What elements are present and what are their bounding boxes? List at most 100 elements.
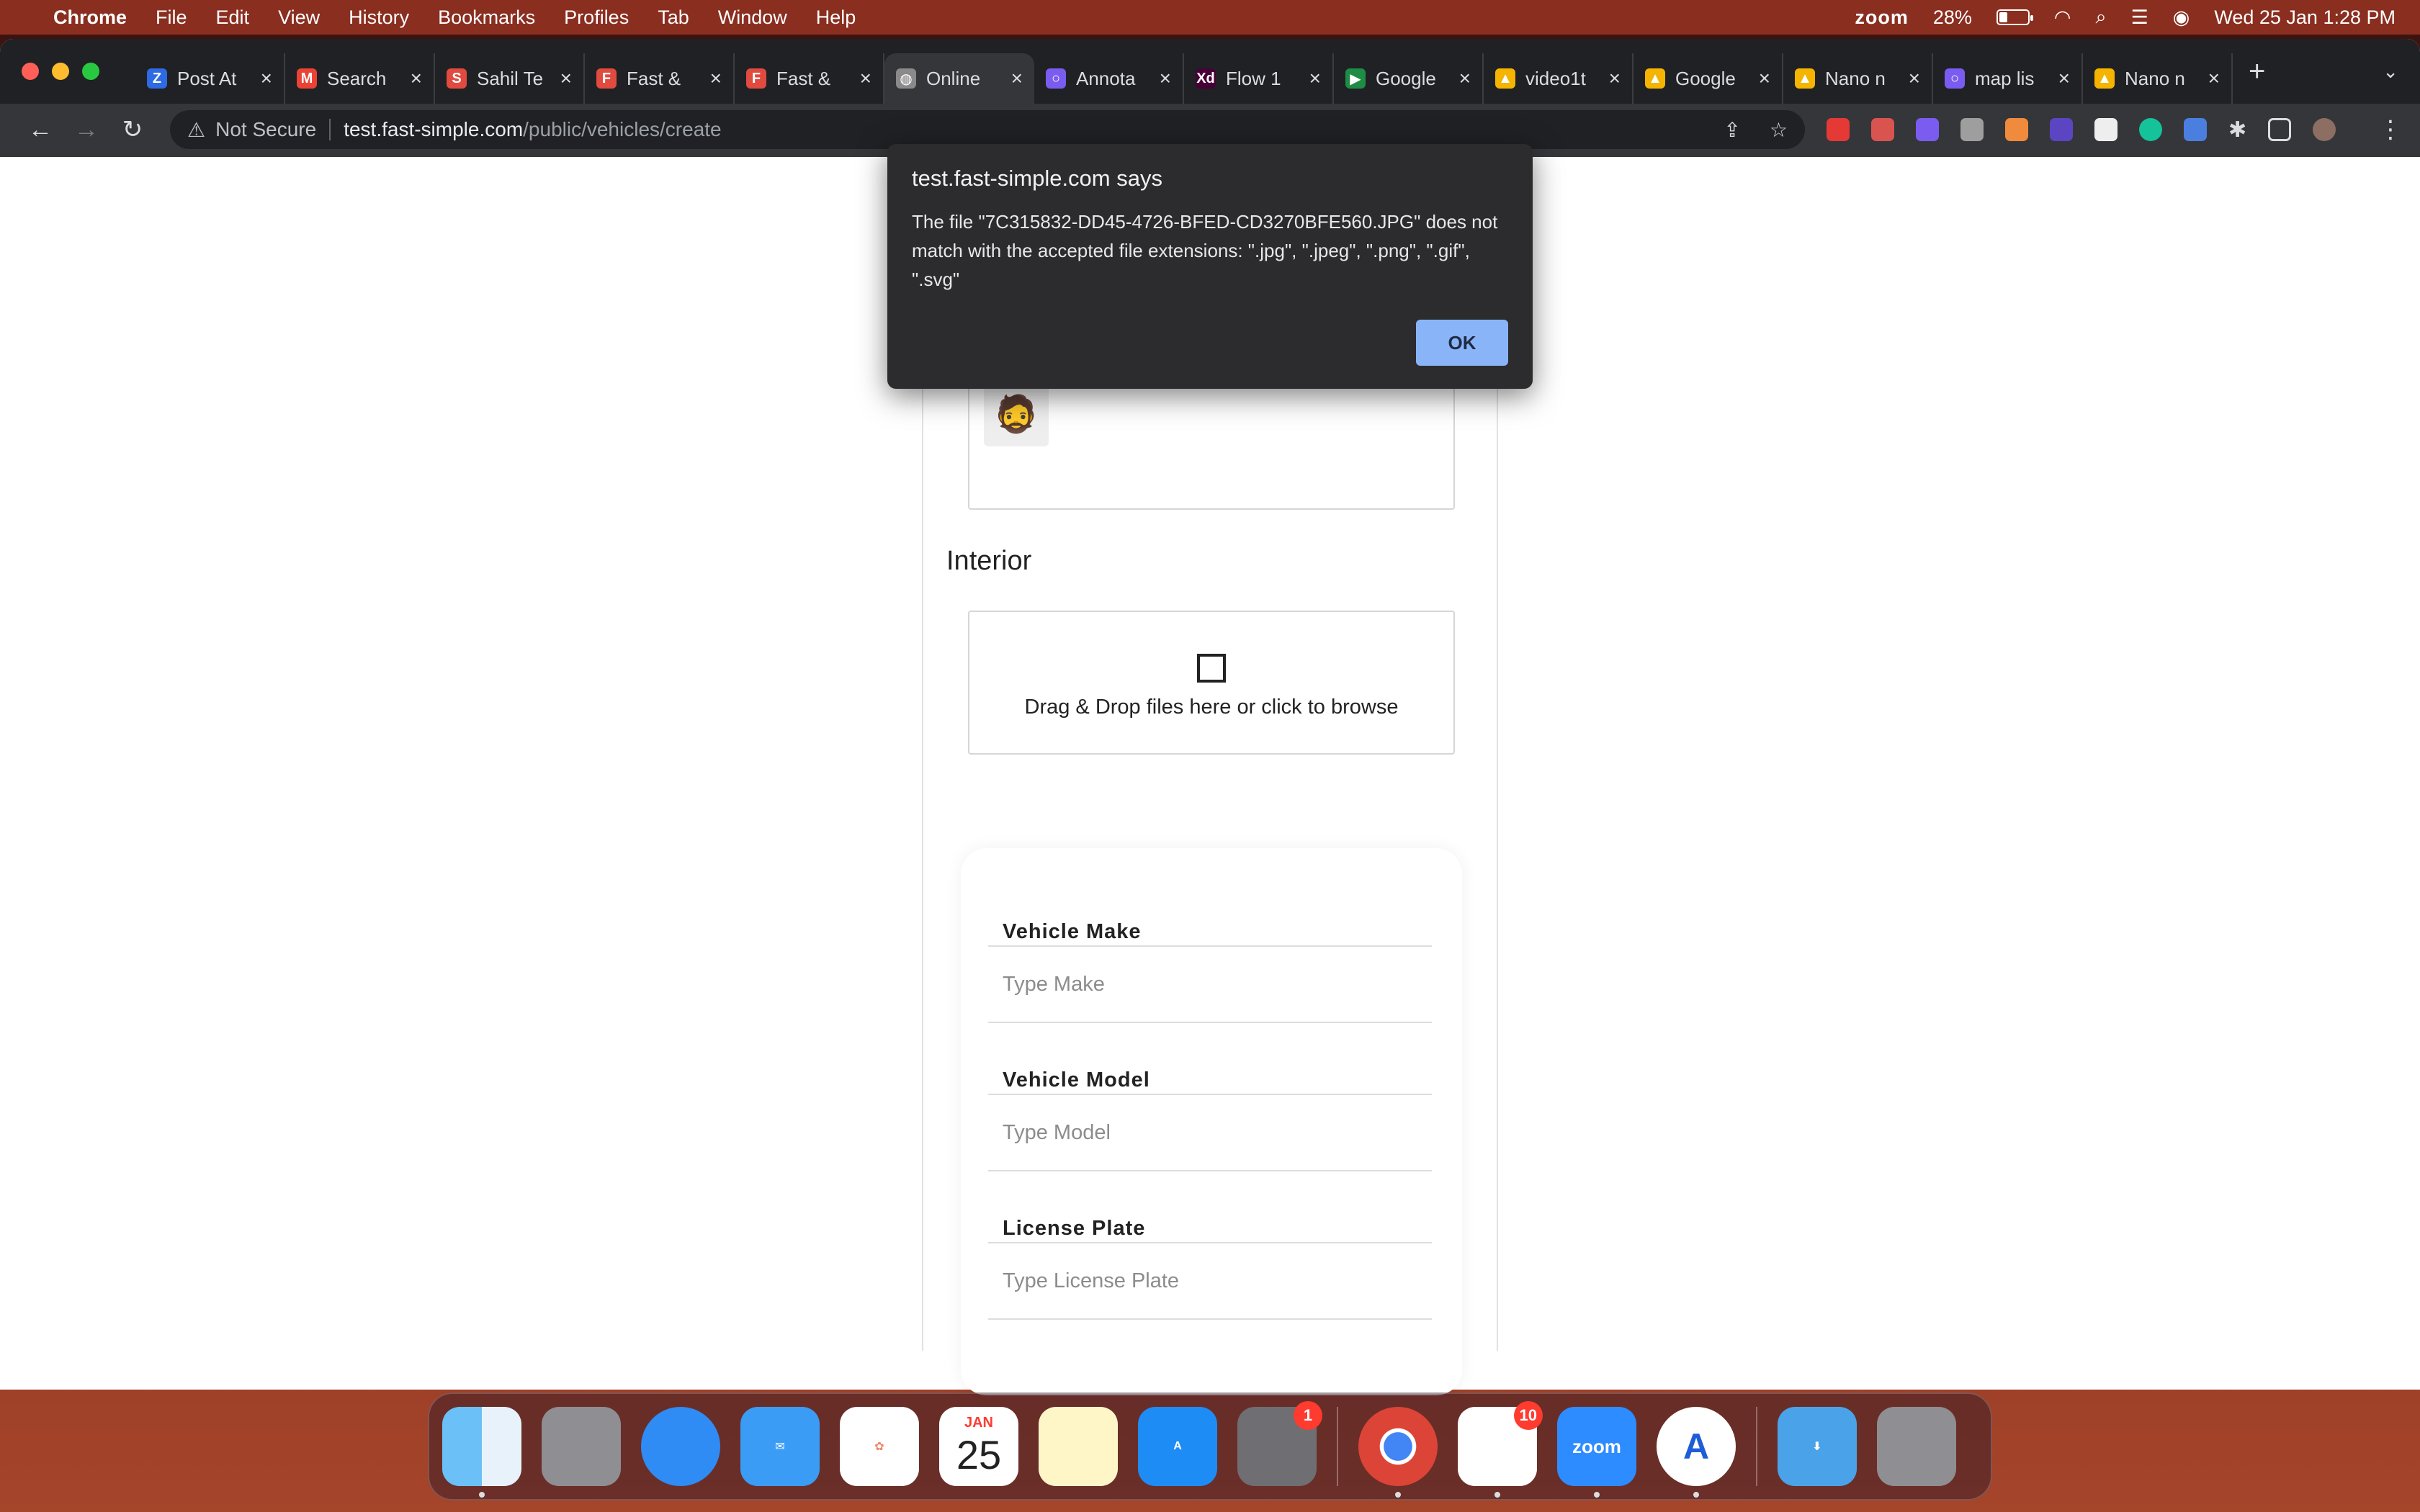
browser-tab[interactable]: F Fast & × xyxy=(585,53,735,104)
menu-view[interactable]: View xyxy=(278,6,320,29)
license-plate-input[interactable] xyxy=(988,1243,1432,1320)
app-store-icon[interactable]: A xyxy=(1138,1407,1217,1486)
tab-search-chevron-icon[interactable]: ⌄ xyxy=(2383,60,2398,83)
close-icon[interactable]: × xyxy=(560,67,572,90)
menu-tab[interactable]: Tab xyxy=(658,6,689,29)
menu-edit[interactable]: Edit xyxy=(216,6,250,29)
browser-tab[interactable]: ▲ video1t × xyxy=(1484,53,1634,104)
browser-tab[interactable]: S Sahil Te × xyxy=(435,53,585,104)
menu-app-name[interactable]: Chrome xyxy=(53,6,127,29)
menu-window[interactable]: Window xyxy=(718,6,787,29)
battery-icon[interactable] xyxy=(1996,9,2033,25)
tab-title: Search xyxy=(327,67,387,89)
close-icon[interactable]: × xyxy=(1309,67,1321,90)
running-indicator xyxy=(1494,1492,1500,1498)
zoom-status-icon[interactable]: zoom xyxy=(1855,6,1909,29)
uploaded-thumbnail[interactable]: 🧔 xyxy=(984,382,1049,446)
menu-file[interactable]: File xyxy=(156,6,187,29)
address-bar[interactable]: ⚠ Not Secure test.fast-simple.com/public… xyxy=(170,110,1805,149)
close-icon[interactable]: × xyxy=(1909,67,1920,90)
browser-tab[interactable]: ▲ Google × xyxy=(1634,53,1783,104)
extension-icon[interactable] xyxy=(2094,118,2118,141)
downloads-folder-icon[interactable]: ⬇ xyxy=(1778,1407,1857,1486)
menu-bookmarks[interactable]: Bookmarks xyxy=(438,6,535,29)
extension-icon[interactable] xyxy=(1960,118,1984,141)
side-panel-icon[interactable] xyxy=(2268,118,2292,141)
siri-icon[interactable]: ◉ xyxy=(2173,6,2190,29)
close-icon[interactable]: × xyxy=(1160,67,1171,90)
back-button[interactable]: ← xyxy=(17,116,63,144)
close-icon[interactable]: × xyxy=(1459,67,1471,90)
slack-icon[interactable]: 10 xyxy=(1458,1401,1543,1498)
menu-help[interactable]: Help xyxy=(816,6,856,29)
extension-icon[interactable] xyxy=(2184,118,2207,141)
url-path[interactable]: /public/vehicles/create xyxy=(523,118,721,141)
vehicle-make-input[interactable] xyxy=(988,947,1432,1023)
browser-tab[interactable]: F Fast & × xyxy=(735,53,884,104)
extension-icon[interactable] xyxy=(1916,118,1939,141)
warning-icon[interactable]: ⚠ xyxy=(187,118,205,142)
interior-dropzone[interactable]: Drag & Drop files here or click to brows… xyxy=(968,611,1455,755)
extension-icon[interactable] xyxy=(2050,118,2073,141)
vehicle-model-input[interactable] xyxy=(988,1095,1432,1171)
android-studio-icon[interactable]: A xyxy=(1657,1407,1736,1498)
mail-icon[interactable]: ✉ xyxy=(740,1407,820,1486)
zoom-app-icon[interactable]: zoom xyxy=(1557,1407,1636,1498)
new-tab-button[interactable]: + xyxy=(2249,55,2265,88)
close-icon[interactable]: × xyxy=(1609,67,1621,90)
puzzle-extensions-icon[interactable]: ✱ xyxy=(2228,117,2246,143)
extension-icon[interactable] xyxy=(1871,118,1894,141)
photos-icon[interactable]: ✿ xyxy=(840,1407,919,1486)
tab-title: Flow 1 xyxy=(1226,67,1281,89)
extension-icon[interactable] xyxy=(2005,118,2028,141)
browser-tab[interactable]: ▲ Nano n × xyxy=(2083,53,2233,104)
clock[interactable]: Wed 25 Jan 1:28 PM xyxy=(2214,6,2396,29)
ok-button[interactable]: OK xyxy=(1416,320,1508,366)
finder-icon[interactable] xyxy=(442,1407,521,1498)
browser-tab[interactable]: Z Post At × xyxy=(135,53,285,104)
close-icon[interactable]: × xyxy=(710,67,722,90)
menu-history[interactable]: History xyxy=(349,6,409,29)
vehicle-model-label: Vehicle Model xyxy=(988,1068,1432,1095)
close-window-button[interactable] xyxy=(22,63,39,80)
calendar-icon[interactable]: JAN 25 xyxy=(939,1407,1018,1486)
close-icon[interactable]: × xyxy=(2208,67,2220,90)
search-icon[interactable]: ⌕ xyxy=(2095,6,2106,29)
notes-icon[interactable] xyxy=(1039,1407,1118,1486)
close-icon[interactable]: × xyxy=(411,67,422,90)
close-icon[interactable]: × xyxy=(1011,67,1023,90)
minimize-window-button[interactable] xyxy=(52,63,69,80)
close-icon[interactable]: × xyxy=(261,67,272,90)
safari-icon[interactable] xyxy=(641,1407,720,1486)
chrome-icon[interactable] xyxy=(1358,1407,1438,1498)
close-icon[interactable]: × xyxy=(2058,67,2070,90)
grammarly-icon[interactable] xyxy=(2139,118,2162,141)
launchpad-icon[interactable] xyxy=(542,1407,621,1486)
zoom-window-button[interactable] xyxy=(82,63,99,80)
security-status[interactable]: Not Secure xyxy=(215,118,316,141)
globe-icon: ◍ xyxy=(896,68,916,89)
share-icon[interactable]: ⇪ xyxy=(1724,118,1740,142)
forward-button[interactable]: → xyxy=(63,116,109,144)
trash-icon[interactable] xyxy=(1877,1407,1956,1486)
wifi-icon[interactable]: ◠ xyxy=(2054,6,2071,29)
browser-tab[interactable]: ◍ Online × xyxy=(884,53,1034,104)
bookmark-star-icon[interactable]: ☆ xyxy=(1770,118,1788,142)
control-center-icon[interactable]: ☰ xyxy=(2131,6,2148,29)
browser-tab[interactable]: M Search × xyxy=(285,53,435,104)
browser-tab[interactable]: ▲ Nano n × xyxy=(1783,53,1933,104)
close-icon[interactable]: × xyxy=(860,67,871,90)
close-icon[interactable]: × xyxy=(1759,67,1770,90)
browser-tab[interactable]: ▶ Google × xyxy=(1334,53,1484,104)
system-settings-icon[interactable]: 1 xyxy=(1237,1401,1322,1486)
extension-icon[interactable] xyxy=(1827,118,1850,141)
reload-button[interactable]: ↻ xyxy=(109,115,156,144)
avatar[interactable] xyxy=(2313,118,2336,141)
browser-menu-icon[interactable]: ⋮ xyxy=(2378,115,2403,144)
running-indicator xyxy=(1395,1492,1401,1498)
browser-tab[interactable]: ○ map lis × xyxy=(1933,53,2083,104)
menu-profiles[interactable]: Profiles xyxy=(564,6,629,29)
url-host[interactable]: test.fast-simple.com xyxy=(344,118,523,141)
browser-tab[interactable]: ○ Annota × xyxy=(1034,53,1184,104)
browser-tab[interactable]: Xd Flow 1 × xyxy=(1184,53,1334,104)
